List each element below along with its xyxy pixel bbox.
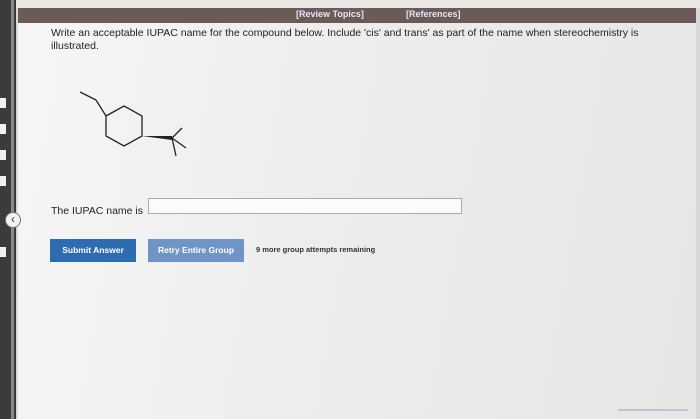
cyclohexane-ring	[105, 105, 143, 147]
corner-decoration	[618, 409, 688, 417]
retry-group-button[interactable]: Retry Entire Group	[148, 239, 244, 262]
tert-butyl-bond	[171, 127, 183, 139]
iupac-name-input[interactable]	[148, 198, 462, 214]
wedge-bond	[142, 136, 172, 140]
molecule-structure	[79, 91, 187, 157]
sidebar-marker	[0, 98, 6, 108]
submit-answer-button[interactable]: Submit Answer	[50, 239, 136, 262]
screen-top-glare	[0, 0, 700, 8]
sidebar-edge	[11, 0, 14, 419]
chevron-left-icon: ‹	[11, 212, 15, 226]
methyl-bond	[95, 99, 107, 117]
header-bar: [Review Topics] [References]	[18, 8, 696, 23]
sidebar-marker	[0, 247, 6, 257]
sidebar-marker	[0, 176, 6, 186]
references-link[interactable]: [References]	[406, 9, 461, 19]
review-topics-link[interactable]: [Review Topics]	[296, 9, 364, 19]
methyl-bond	[79, 91, 97, 101]
sidebar-marker	[0, 124, 6, 134]
collapse-sidebar-button[interactable]: ‹	[5, 212, 21, 228]
answer-label: The IUPAC name is	[51, 205, 144, 217]
left-sidebar-frame	[0, 0, 16, 419]
question-panel: Write an acceptable IUPAC name for the c…	[18, 23, 696, 419]
attempts-remaining: 9 more group attempts remaining	[256, 245, 376, 254]
sidebar-marker	[0, 150, 6, 160]
question-prompt: Write an acceptable IUPAC name for the c…	[51, 27, 639, 52]
